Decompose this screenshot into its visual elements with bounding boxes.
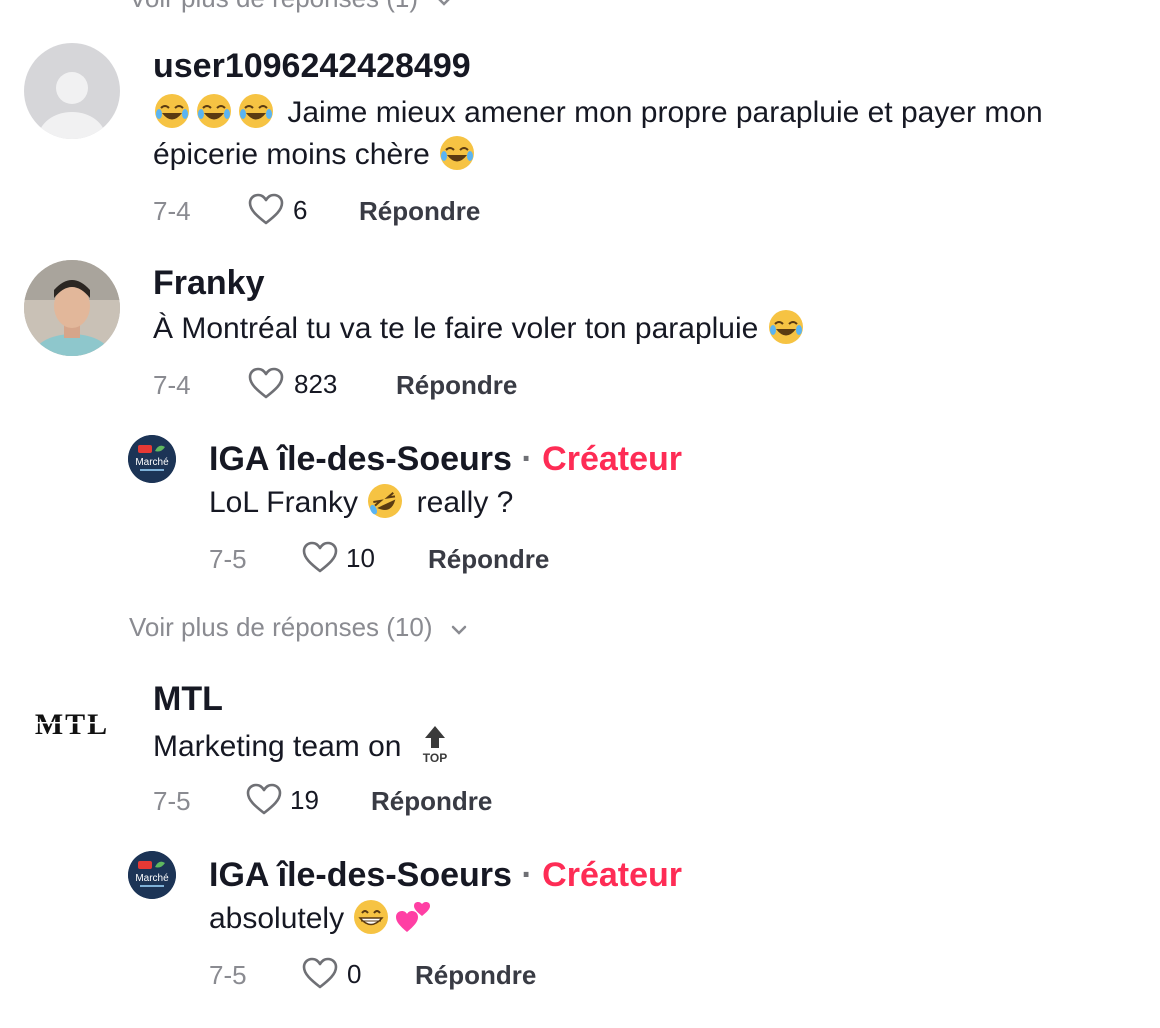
laughing-emoji-icon xyxy=(440,136,475,170)
chevron-down-icon xyxy=(451,625,466,635)
like-count: 19 xyxy=(290,785,319,815)
comment-text-line2: épicerie moins chère xyxy=(153,138,430,171)
separator-dot: · xyxy=(521,440,533,478)
top-arrow-icon: TOP xyxy=(423,726,447,765)
reply-button[interactable]: Répondre xyxy=(371,786,492,817)
comment-text-before: LoL Franky xyxy=(209,486,358,519)
avatar[interactable]: Marché xyxy=(128,851,176,899)
comment-text-continued: épicerie moins chère xyxy=(153,134,480,176)
comment-text: absolutely xyxy=(209,898,436,940)
chevron-down-icon xyxy=(438,0,451,6)
comment-username[interactable]: user1096242428499 xyxy=(153,47,471,86)
heart-icon[interactable] xyxy=(301,956,339,990)
user-photo-icon xyxy=(24,260,120,356)
comment-username[interactable]: IGA île-des-Soeurs · Créateur xyxy=(209,856,682,895)
store-logo-icon: Marché xyxy=(128,851,176,899)
like-count: 0 xyxy=(347,959,362,989)
avatar[interactable]: MTL xyxy=(24,676,120,772)
comment-text-body: Marketing team on xyxy=(153,730,402,763)
comment-text: Jaime mieux amener mon propre parapluie … xyxy=(153,92,1043,134)
comment-text: LoL Franky really ? xyxy=(209,482,513,524)
logo-text: Marché xyxy=(135,457,169,468)
comment-text-line1: Jaime mieux amener mon propre parapluie … xyxy=(287,96,1043,129)
more-replies-label: Voir plus de réponses (10) xyxy=(129,612,433,642)
laughing-emoji-icon xyxy=(239,94,273,128)
more-replies-label: Voir plus de réponses (1) xyxy=(129,0,418,13)
reply-button[interactable]: Répondre xyxy=(396,370,517,401)
comment-date: 7-5 xyxy=(209,960,247,990)
like-count: 6 xyxy=(293,195,308,225)
creator-badge: Créateur xyxy=(542,440,683,478)
comment-text-body: À Montréal tu va te le faire voler ton p… xyxy=(153,312,759,345)
heart-icon[interactable] xyxy=(245,782,283,816)
comment-username[interactable]: IGA île-des-Soeurs · Créateur xyxy=(209,440,682,479)
heart-icon[interactable] xyxy=(247,366,285,400)
separator-dot: · xyxy=(521,856,533,894)
more-replies-top[interactable]: Voir plus de réponses (1) xyxy=(129,0,453,14)
default-avatar-icon xyxy=(38,72,106,139)
hearts-emoji-icon xyxy=(396,902,431,932)
reply-button[interactable]: Répondre xyxy=(415,960,536,991)
comment-text: Marketing team on TOP xyxy=(153,724,452,768)
logo-text: Marché xyxy=(135,873,169,884)
comment-date: 7-5 xyxy=(153,786,191,816)
comment-text-after: really ? xyxy=(416,486,514,519)
like-count: 10 xyxy=(346,543,375,573)
avatar[interactable] xyxy=(24,43,120,139)
comment-text-body: absolutely xyxy=(209,902,345,935)
comment-date: 7-4 xyxy=(153,196,191,226)
heart-icon[interactable] xyxy=(301,540,339,574)
username-text: IGA île-des-Soeurs xyxy=(209,440,512,478)
top-badge-text: TOP xyxy=(423,751,447,765)
laughing-emoji-icon xyxy=(768,310,803,344)
comment-text: À Montréal tu va te le faire voler ton p… xyxy=(153,308,809,350)
reply-button[interactable]: Répondre xyxy=(428,544,549,575)
avatar[interactable] xyxy=(24,260,120,356)
like-count: 823 xyxy=(294,369,338,399)
comment-username[interactable]: MTL xyxy=(153,680,223,719)
comment-date: 7-5 xyxy=(209,544,247,574)
brand-logo-icon: MTL xyxy=(35,708,110,741)
store-logo-icon: Marché xyxy=(128,435,176,483)
laughing-emoji-icon xyxy=(197,94,231,128)
grinning-emoji-icon xyxy=(354,900,389,934)
creator-badge: Créateur xyxy=(542,856,683,894)
heart-icon[interactable] xyxy=(247,192,285,226)
reply-button[interactable]: Répondre xyxy=(359,196,480,227)
rofl-emoji-icon xyxy=(368,484,403,518)
avatar[interactable]: Marché xyxy=(128,435,176,483)
logo-text: MTL xyxy=(35,708,109,741)
more-replies-button[interactable]: Voir plus de réponses (10) xyxy=(129,612,468,643)
laughing-emoji-icon xyxy=(155,94,189,128)
username-text: IGA île-des-Soeurs xyxy=(209,856,512,894)
comment-username[interactable]: Franky xyxy=(153,264,265,303)
comment-date: 7-4 xyxy=(153,370,191,400)
